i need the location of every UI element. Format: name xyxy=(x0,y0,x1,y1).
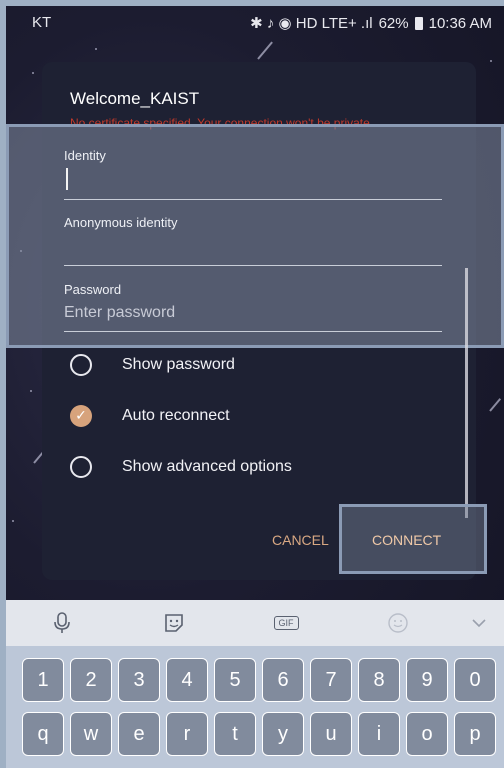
emoji-icon[interactable] xyxy=(342,612,454,634)
key-7[interactable]: 7 xyxy=(310,658,352,702)
star xyxy=(30,390,32,392)
battery-icon xyxy=(414,16,423,30)
checkmark-icon[interactable]: ✓ xyxy=(70,405,92,427)
key-2[interactable]: 2 xyxy=(70,658,112,702)
key-3[interactable]: 3 xyxy=(118,658,160,702)
identity-input[interactable] xyxy=(64,166,442,198)
microphone-icon[interactable] xyxy=(6,612,118,634)
key-0[interactable]: 0 xyxy=(454,658,496,702)
gif-label: GIF xyxy=(273,616,299,630)
status-indicators: ✱ ♪ ◉ HD LTE+ .ıl 62% 10:36 AM xyxy=(250,14,492,33)
key-r[interactable]: r xyxy=(166,712,208,756)
key-o[interactable]: o xyxy=(406,712,448,756)
star xyxy=(490,60,492,62)
chevron-down-icon[interactable] xyxy=(454,618,504,628)
battery-percent: 62% xyxy=(378,14,409,32)
show-password-option[interactable]: Show password xyxy=(70,349,235,381)
identity-underline xyxy=(64,199,442,200)
password-input[interactable]: Enter password xyxy=(64,304,175,322)
anonymous-identity-input[interactable] xyxy=(64,234,442,264)
carrier-label: KT xyxy=(32,14,52,31)
advanced-options-radio[interactable] xyxy=(70,456,92,478)
show-password-radio[interactable] xyxy=(70,354,92,376)
key-w[interactable]: w xyxy=(70,712,112,756)
shooting-star xyxy=(257,41,273,60)
shooting-star xyxy=(489,398,502,412)
signal-indicators: ✱ ♪ ◉ HD LTE+ .ıl xyxy=(250,15,373,32)
key-q[interactable]: q xyxy=(22,712,64,756)
star xyxy=(32,72,34,74)
key-1[interactable]: 1 xyxy=(22,658,64,702)
key-y[interactable]: y xyxy=(262,712,304,756)
gif-icon[interactable]: GIF xyxy=(230,616,342,630)
dialog-scrollbar[interactable] xyxy=(465,268,468,518)
key-6[interactable]: 6 xyxy=(262,658,304,702)
advanced-options-label: Show advanced options xyxy=(122,458,292,475)
network-title: Welcome_KAIST xyxy=(70,89,200,108)
anonymous-identity-underline xyxy=(64,265,442,266)
password-label: Password xyxy=(64,282,122,297)
anonymous-identity-label: Anonymous identity xyxy=(64,215,178,230)
key-5[interactable]: 5 xyxy=(214,658,256,702)
key-t[interactable]: t xyxy=(214,712,256,756)
key-4[interactable]: 4 xyxy=(166,658,208,702)
advanced-options-option[interactable]: Show advanced options xyxy=(70,451,292,483)
identity-label: Identity xyxy=(64,148,106,163)
number-row: 1 2 3 4 5 6 7 8 9 0 xyxy=(22,658,496,702)
keyboard-toolbar: GIF xyxy=(6,600,504,646)
auto-reconnect-option[interactable]: ✓ Auto reconnect xyxy=(70,400,230,432)
show-password-label: Show password xyxy=(122,356,235,373)
key-9[interactable]: 9 xyxy=(406,658,448,702)
key-u[interactable]: u xyxy=(310,712,352,756)
password-underline xyxy=(64,331,442,332)
auto-reconnect-label: Auto reconnect xyxy=(122,407,230,424)
sticker-icon[interactable] xyxy=(118,612,230,634)
star xyxy=(12,520,14,522)
key-i[interactable]: i xyxy=(358,712,400,756)
star xyxy=(95,48,97,50)
keyboard: 1 2 3 4 5 6 7 8 9 0 q w e r t y u i o p xyxy=(6,646,504,768)
key-p[interactable]: p xyxy=(454,712,496,756)
status-bar: KT ✱ ♪ ◉ HD LTE+ .ıl 62% 10:36 AM xyxy=(6,6,504,40)
key-8[interactable]: 8 xyxy=(358,658,400,702)
cancel-button[interactable]: CANCEL xyxy=(272,532,329,548)
key-e[interactable]: e xyxy=(118,712,160,756)
clock: 10:36 AM xyxy=(428,14,492,32)
letter-row: q w e r t y u i o p xyxy=(22,712,496,756)
connect-button[interactable]: CONNECT xyxy=(372,532,441,548)
